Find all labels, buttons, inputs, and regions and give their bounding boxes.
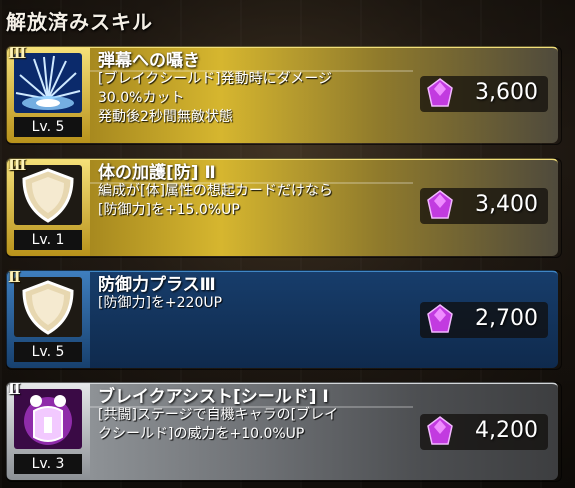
skill-level: Lv. 3 [14,454,82,474]
cost-box: 3,600 [420,76,548,112]
skill-name: 防御力プラスⅢ [98,275,216,295]
skill-level: Lv. 5 [14,342,82,362]
gem-icon [427,190,453,219]
rank-badge: Ⅲ [8,44,27,62]
cost-value: 2,700 [475,306,538,331]
cost-box: 4,200 [420,414,548,450]
gem-icon [427,78,453,107]
gem-icon [427,304,453,333]
shield-icon [14,165,82,225]
rank-badge: Ⅱ [8,380,21,398]
rank-badge: Ⅱ [8,268,21,286]
break-assist-icon [14,389,82,449]
description-line: [共闘]ステージで自機キャラの[ブレイ [98,407,339,423]
description-line: クシールド]の威力を+10.0%UP [98,426,305,442]
skill-description: [防御力]を+220UP [98,294,398,313]
skill-description: [ブレイクシールド]発動時にダメージ 30.0%カット 発動後2秒間無敵状態 [98,70,398,127]
description-line: 発動後2秒間無敵状態 [98,109,233,125]
cost-box: 3,400 [420,188,548,224]
cost-value: 3,400 [475,192,538,217]
skill-level: Lv. 1 [14,230,82,250]
gem-icon [427,416,453,445]
skill-name: 体の加護[防] Ⅱ [98,163,216,183]
skill-level: Lv. 5 [14,117,82,137]
description-line: [ブレイクシールド]発動時にダメージ [98,71,332,87]
skill-row[interactable]: Lv. 1 Ⅲ 体の加護[防] Ⅱ 編成が[体]属性の想起カードだけなら [防御… [6,156,562,258]
skill-row[interactable]: Lv. 5 Ⅱ 防御力プラスⅢ [防御力]を+220UP 2,700 [6,268,562,370]
skill-name: 弾幕への囁き [98,51,200,71]
shield-icon [14,277,82,337]
skill-description: 編成が[体]属性の想起カードだけなら [防御力]を+15.0%UP [98,182,398,220]
cost-value: 3,600 [475,80,538,105]
cost-value: 4,200 [475,418,538,443]
skill-row[interactable]: Lv. 3 Ⅱ ブレイクアシスト[シールド] Ⅰ [共闘]ステージで自機キャラの… [6,380,562,482]
description-line: 30.0%カット [98,90,185,106]
rank-badge: Ⅲ [8,156,27,174]
skill-description: [共闘]ステージで自機キャラの[ブレイ クシールド]の威力を+10.0%UP [98,406,398,444]
skill-name: ブレイクアシスト[シールド] Ⅰ [98,387,329,407]
description-line: [防御力]を+15.0%UP [98,202,240,218]
section-title: 解放済みスキル [6,10,153,34]
cost-box: 2,700 [420,302,548,338]
skill-row[interactable]: Lv. 5 Ⅲ 弾幕への囁き [ブレイクシールド]発動時にダメージ 30.0%カ… [6,44,562,145]
description-line: 編成が[体]属性の想起カードだけなら [98,183,333,199]
ice-burst-icon [14,53,82,113]
description-line: [防御力]を+220UP [98,295,223,311]
